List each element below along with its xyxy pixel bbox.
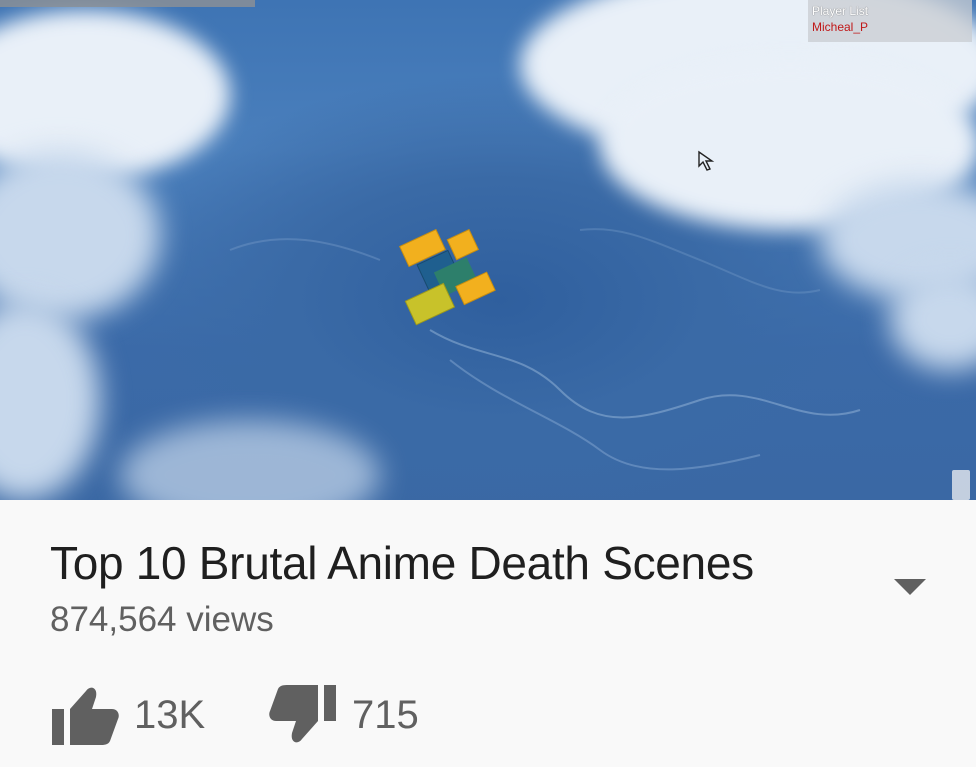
player-list-title: Player List bbox=[812, 4, 869, 18]
mouse-cursor-icon bbox=[698, 150, 715, 171]
video-info-panel: Top 10 Brutal Anime Death Scenes 874,564… bbox=[0, 500, 976, 767]
dislike-count: 715 bbox=[352, 692, 419, 737]
thumbs-down-icon bbox=[269, 685, 336, 743]
caret-down-icon[interactable] bbox=[892, 577, 928, 597]
video-player[interactable]: Player List Micheal_P bbox=[0, 0, 976, 500]
video-title: Top 10 Brutal Anime Death Scenes bbox=[50, 537, 754, 589]
like-count: 13K bbox=[134, 692, 206, 737]
player-name[interactable]: Micheal_P bbox=[812, 19, 968, 35]
player-list: Player List Micheal_P bbox=[808, 0, 972, 42]
thumbs-up-icon bbox=[52, 687, 119, 745]
view-count: 874,564 views bbox=[50, 600, 274, 639]
player-avatar bbox=[399, 228, 496, 326]
game-menu-bar[interactable] bbox=[0, 0, 255, 7]
side-toolbar[interactable] bbox=[952, 470, 970, 500]
like-button[interactable]: 13K bbox=[50, 680, 205, 750]
dislike-button[interactable]: 715 bbox=[268, 680, 419, 750]
